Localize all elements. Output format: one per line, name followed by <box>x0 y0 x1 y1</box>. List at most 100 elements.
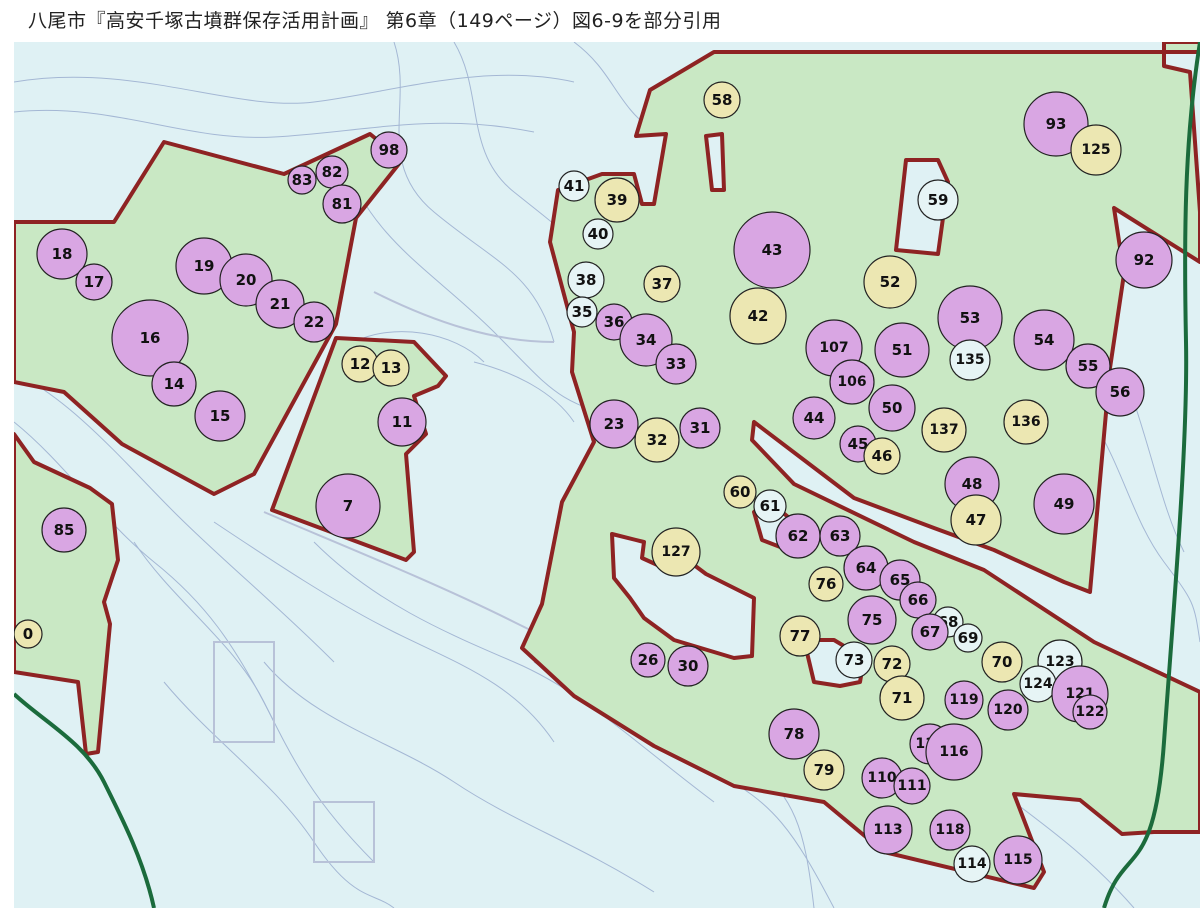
tomb-number-label: 62 <box>788 527 809 545</box>
tomb-71[interactable]: 71 <box>879 675 925 721</box>
tomb-number-label: 38 <box>576 271 597 289</box>
tomb-69[interactable]: 69 <box>953 623 983 653</box>
tomb-number-label: 42 <box>748 307 769 325</box>
tomb-number-label: 12 <box>350 355 371 373</box>
tomb-number-label: 52 <box>880 273 901 291</box>
tomb-number-label: 47 <box>966 511 987 529</box>
tomb-70[interactable]: 70 <box>981 641 1023 683</box>
tomb-32[interactable]: 32 <box>634 417 680 463</box>
tomb-116[interactable]: 116 <box>925 723 983 781</box>
tomb-number-label: 61 <box>760 497 781 515</box>
tomb-number-label: 125 <box>1081 142 1110 158</box>
tomb-135[interactable]: 135 <box>949 339 991 381</box>
tomb-79[interactable]: 79 <box>803 749 845 791</box>
tomb-85[interactable]: 85 <box>41 507 87 553</box>
tomb-47[interactable]: 47 <box>950 494 1002 546</box>
tomb-number-label: 81 <box>332 195 353 213</box>
tomb-number-label: 60 <box>730 483 751 501</box>
tomb-26[interactable]: 26 <box>630 642 666 678</box>
tomb-11[interactable]: 11 <box>377 397 427 447</box>
tomb-46[interactable]: 46 <box>863 437 901 475</box>
tomb-78[interactable]: 78 <box>768 708 820 760</box>
tomb-51[interactable]: 51 <box>874 322 930 378</box>
tomb-number-label: 23 <box>604 415 625 433</box>
tomb-124[interactable]: 124 <box>1019 665 1057 703</box>
tomb-49[interactable]: 49 <box>1033 473 1095 535</box>
tomb-118[interactable]: 118 <box>929 809 971 851</box>
tomb-81[interactable]: 81 <box>322 184 362 224</box>
tomb-38[interactable]: 38 <box>567 261 605 299</box>
tomb-number-label: 50 <box>882 399 903 417</box>
tomb-66[interactable]: 66 <box>899 581 937 619</box>
tomb-33[interactable]: 33 <box>655 343 697 385</box>
tomb-14[interactable]: 14 <box>151 361 197 407</box>
tomb-122[interactable]: 122 <box>1072 694 1108 730</box>
tomb-82[interactable]: 82 <box>315 155 349 189</box>
tomb-number-label: 49 <box>1054 495 1075 513</box>
tomb-43[interactable]: 43 <box>733 211 811 289</box>
tomb-number-label: 83 <box>292 171 313 189</box>
tomb-115[interactable]: 115 <box>993 835 1043 885</box>
tomb-136[interactable]: 136 <box>1003 399 1049 445</box>
tomb-73[interactable]: 73 <box>835 641 873 679</box>
tomb-111[interactable]: 111 <box>893 767 931 805</box>
tomb-number-label: 53 <box>960 309 981 327</box>
map-caption: 八尾市『高安千塚古墳群保存活用計画』 第6章（149ページ）図6-9を部分引用 <box>28 10 722 32</box>
tomb-119[interactable]: 119 <box>944 680 984 720</box>
tomb-62[interactable]: 62 <box>775 513 821 559</box>
tomb-22[interactable]: 22 <box>293 301 335 343</box>
tomb-114[interactable]: 114 <box>953 845 991 883</box>
tomb-35[interactable]: 35 <box>566 296 598 328</box>
tomb-83[interactable]: 83 <box>287 165 317 195</box>
tomb-12[interactable]: 12 <box>341 345 379 383</box>
tomb-98[interactable]: 98 <box>370 131 408 169</box>
tomb-127[interactable]: 127 <box>651 527 701 577</box>
tomb-67[interactable]: 67 <box>911 613 949 651</box>
tomb-92[interactable]: 92 <box>1115 231 1173 289</box>
tomb-75[interactable]: 75 <box>847 595 897 645</box>
tomb-41[interactable]: 41 <box>558 170 590 202</box>
tomb-137[interactable]: 137 <box>921 407 967 453</box>
tomb-52[interactable]: 52 <box>863 255 917 309</box>
tomb-13[interactable]: 13 <box>372 349 410 387</box>
tomb-58[interactable]: 58 <box>703 81 741 119</box>
map-canvas[interactable]: 18 17 19 20 21 22 16 14 15 83 82 81 98 12 13 11 7 85 58 41 3… <box>12 40 1200 909</box>
tomb-number-label: 37 <box>652 275 673 293</box>
tomb-120[interactable]: 120 <box>987 689 1029 731</box>
tomb-0[interactable]: 0 <box>13 619 43 649</box>
tomb-60[interactable]: 60 <box>723 475 757 509</box>
tomb-number-label: 73 <box>844 651 865 669</box>
tomb-23[interactable]: 23 <box>589 399 639 449</box>
tomb-54[interactable]: 54 <box>1013 309 1075 371</box>
tomb-125[interactable]: 125 <box>1070 124 1122 176</box>
tomb-number-label: 26 <box>638 651 659 669</box>
tomb-30[interactable]: 30 <box>667 645 709 687</box>
tomb-77[interactable]: 77 <box>779 615 821 657</box>
tomb-37[interactable]: 37 <box>643 265 681 303</box>
tomb-59[interactable]: 59 <box>917 179 959 221</box>
tomb-number-label: 82 <box>322 163 343 181</box>
tomb-50[interactable]: 50 <box>868 384 916 432</box>
tomb-number-label: 32 <box>647 431 668 449</box>
tomb-40[interactable]: 40 <box>582 218 614 250</box>
tomb-42[interactable]: 42 <box>729 287 787 345</box>
tomb-44[interactable]: 44 <box>792 396 836 440</box>
tomb-106[interactable]: 106 <box>829 359 875 405</box>
tomb-39[interactable]: 39 <box>594 177 640 223</box>
tomb-76[interactable]: 76 <box>808 566 844 602</box>
tomb-number-label: 33 <box>666 355 687 373</box>
tomb-number-label: 67 <box>920 623 941 641</box>
kofun-map[interactable]: 18 17 19 20 21 22 16 14 15 83 82 81 98 12 13 11 7 85 58 41 3… <box>12 40 1200 909</box>
tomb-15[interactable]: 15 <box>194 390 246 442</box>
tomb-number-label: 30 <box>678 657 699 675</box>
tomb-31[interactable]: 31 <box>679 407 721 449</box>
tomb-61[interactable]: 61 <box>753 489 787 523</box>
tomb-17[interactable]: 17 <box>75 263 113 301</box>
tomb-number-label: 54 <box>1034 331 1055 349</box>
tomb-113[interactable]: 113 <box>863 805 913 855</box>
tomb-number-label: 98 <box>379 141 400 159</box>
tomb-number-label: 0 <box>23 625 33 643</box>
tomb-56[interactable]: 56 <box>1095 367 1145 417</box>
tomb-7[interactable]: 7 <box>315 473 381 539</box>
tomb-number-label: 110 <box>867 770 896 786</box>
